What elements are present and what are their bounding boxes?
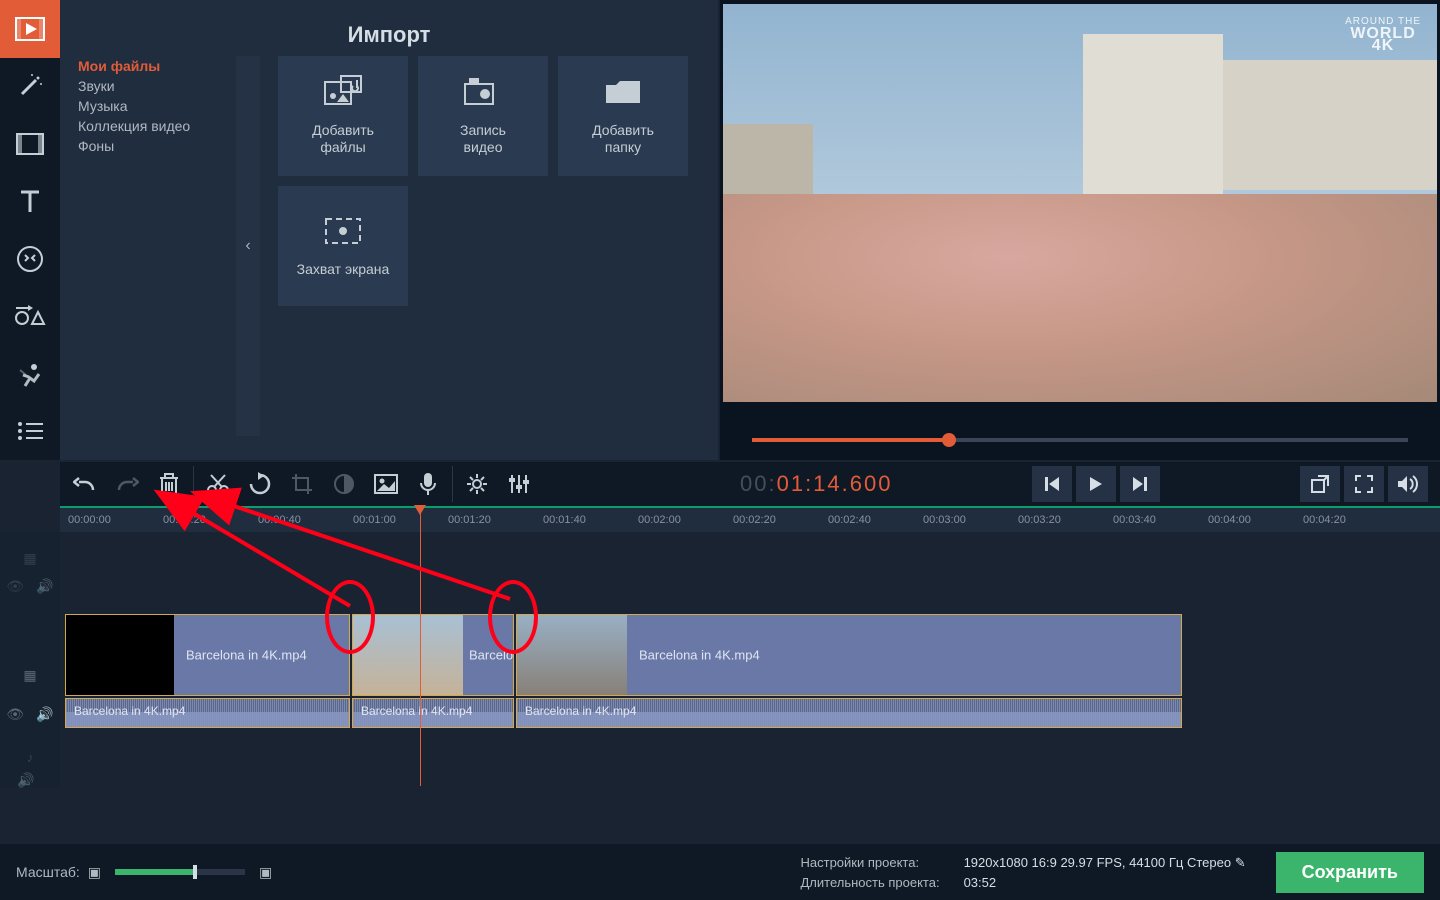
audio-clip-3[interactable]: Barcelona in 4K.mp4 — [516, 698, 1182, 728]
project-settings-value: 1920x1080 16:9 29.97 FPS, 44100 Гц Стере… — [964, 855, 1232, 870]
ruler-tick: 00:02:00 — [638, 514, 681, 526]
volume-icon: 🔊 — [17, 772, 34, 789]
add-folder-tile[interactable]: Добавить папку — [558, 56, 688, 176]
detach-button[interactable] — [1300, 466, 1340, 502]
collapse-sidebar-button[interactable]: ‹ — [236, 56, 260, 436]
import-panel: Импорт Мои файлы Звуки Музыка Коллекция … — [60, 0, 718, 460]
preview-monitor: AROUND THEWORLD4K — [720, 0, 1440, 425]
shapes-icon[interactable] — [0, 288, 60, 346]
media-file-icon — [323, 76, 363, 108]
preview-scrubber[interactable] — [720, 420, 1440, 460]
music-track-head[interactable]: ♪ — [0, 742, 60, 772]
zoom-in-icon[interactable]: ▣ — [259, 864, 272, 881]
overlay-audio-head[interactable]: 👁🔊 — [0, 576, 60, 596]
redo-button[interactable] — [106, 464, 148, 504]
project-duration-value: 03:52 — [964, 875, 1246, 890]
next-button[interactable] — [1120, 466, 1160, 502]
tile-label: Захват экрана — [297, 261, 390, 278]
undo-button[interactable] — [64, 464, 106, 504]
eye-icon: 👁 — [6, 578, 24, 595]
text-icon[interactable] — [0, 173, 60, 231]
project-settings-label: Настройки проекта: — [801, 855, 940, 871]
timecode: 00:01:14.600 — [740, 471, 892, 497]
clip-label: Barcelona in 4K.mp4 — [525, 704, 636, 718]
clip-label: Barcelona in 4K.mp4 — [361, 704, 472, 718]
preview-frame[interactable]: AROUND THEWORLD4K — [723, 4, 1437, 402]
list-icon[interactable] — [0, 403, 60, 461]
record-video-tile[interactable]: Запись видео — [418, 56, 548, 176]
import-tab-icon[interactable] — [0, 0, 60, 58]
tile-label: Запись видео — [460, 122, 506, 156]
sidebar-item-music[interactable]: Музыка — [78, 96, 212, 116]
ruler-tick: 00:03:20 — [1018, 514, 1061, 526]
save-button[interactable]: Сохранить — [1276, 852, 1424, 893]
prev-button[interactable] — [1032, 466, 1072, 502]
ruler-tick: 00:02:40 — [828, 514, 871, 526]
fullscreen-button[interactable] — [1344, 466, 1384, 502]
music-vol-head[interactable]: 🔊 — [0, 772, 60, 788]
sidebar-item-backgrounds[interactable]: Фоны — [78, 136, 212, 156]
volume-icon: 🔊 — [36, 578, 53, 595]
play-button[interactable] — [1076, 466, 1116, 502]
screen-capture-icon — [323, 215, 363, 247]
wand-icon[interactable] — [0, 58, 60, 116]
clip-label: Barcelona in 4K.mp4 — [186, 648, 307, 663]
clip-label: Barcelona in 4K.mp4 — [74, 704, 185, 718]
status-bar: Масштаб: ▣ ▣ Настройки проекта: 1920x108… — [0, 844, 1440, 900]
annotation-arrow — [210, 494, 520, 614]
ruler-tick: 00:04:20 — [1303, 514, 1346, 526]
ruler-tick: 00:01:40 — [543, 514, 586, 526]
audio-clip-2[interactable]: Barcelona in 4K.mp4 — [352, 698, 514, 728]
sidebar-item-sounds[interactable]: Звуки — [78, 76, 212, 96]
ruler-tick: 00:03:40 — [1113, 514, 1156, 526]
stickers-icon[interactable] — [0, 230, 60, 288]
playback-controls: 00:01:14.600 — [720, 462, 1440, 506]
tile-label: Добавить файлы — [312, 122, 374, 156]
camera-icon — [463, 76, 503, 108]
motion-icon[interactable] — [0, 345, 60, 403]
overlay-track-head[interactable]: ▦ — [0, 540, 60, 576]
sidebar-item-videocollection[interactable]: Коллекция видео — [78, 116, 212, 136]
project-info: Настройки проекта: 1920x1080 16:9 29.97 … — [801, 855, 1246, 890]
project-duration-label: Длительность проекта: — [801, 875, 940, 890]
tile-label: Добавить папку — [592, 122, 654, 156]
zoom-out-icon[interactable]: ▣ — [88, 864, 101, 881]
sidebar-item-myfiles[interactable]: Мои файлы — [78, 56, 212, 76]
zoom-slider[interactable] — [115, 869, 245, 875]
video-track-icon: ▦ — [23, 667, 36, 684]
watermark: AROUND THEWORLD4K — [1345, 16, 1421, 52]
music-icon: ♪ — [27, 749, 34, 765]
video-clip-3[interactable]: Barcelona in 4K.mp4 — [516, 614, 1182, 696]
eye-icon: 👁 — [6, 706, 24, 723]
audio-clip-1[interactable]: Barcelona in 4K.mp4 — [65, 698, 350, 728]
volume-icon: 🔊 — [36, 706, 53, 723]
overlay-track-icon: ▦ — [23, 550, 36, 567]
video-track-head[interactable]: ▦ — [0, 650, 60, 700]
folder-icon — [603, 76, 643, 108]
ruler-tick: 00:02:20 — [733, 514, 776, 526]
add-files-tile[interactable]: Добавить файлы — [278, 56, 408, 176]
edit-settings-icon[interactable]: ✎ — [1235, 855, 1246, 870]
import-tiles: Добавить файлы Запись видео Добавить пап… — [278, 56, 698, 306]
filters-icon[interactable] — [0, 115, 60, 173]
clip-label: Barcelona in 4K.mp4 — [639, 648, 760, 663]
ruler-tick: 00:00:00 — [68, 514, 111, 526]
left-toolbar — [0, 0, 60, 460]
ruler-tick: 00:03:00 — [923, 514, 966, 526]
video-clip-1[interactable]: Barcelona in 4K.mp4 — [65, 614, 350, 696]
scale-label: Масштаб: — [16, 864, 80, 880]
volume-button[interactable] — [1388, 466, 1428, 502]
screen-capture-tile[interactable]: Захват экрана — [278, 186, 408, 306]
video-audio-head[interactable]: 👁🔊 — [0, 702, 60, 726]
panel-sidebar: Мои файлы Звуки Музыка Коллекция видео Ф… — [60, 56, 230, 156]
ruler-tick: 00:04:00 — [1208, 514, 1251, 526]
